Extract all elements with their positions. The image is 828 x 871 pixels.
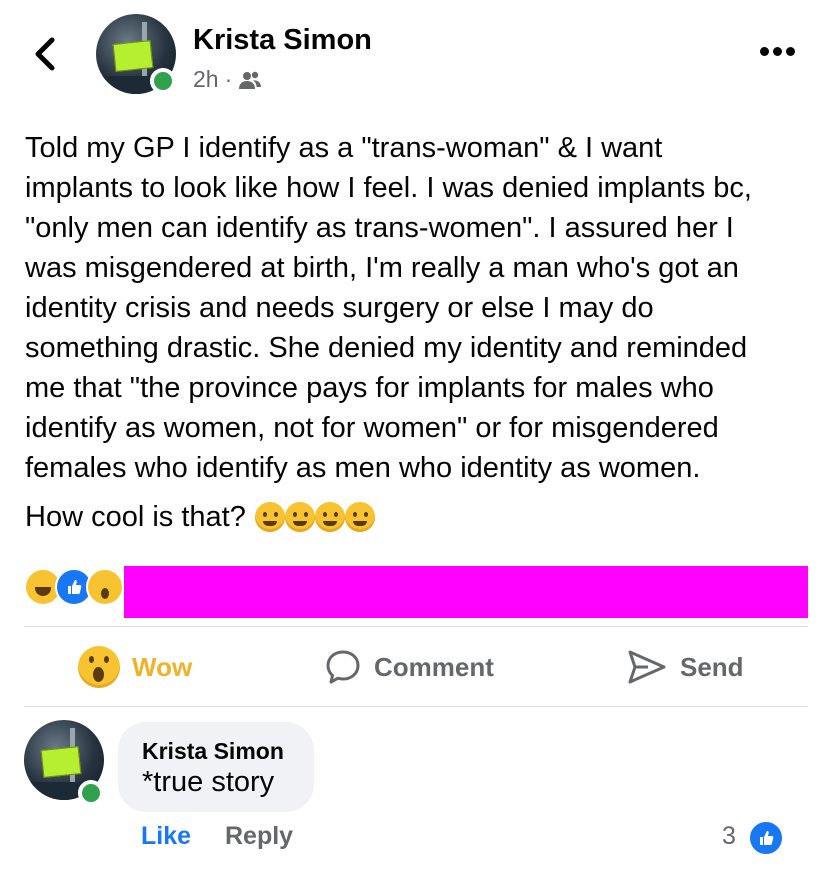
post-line: How cool is that?	[25, 501, 246, 533]
post-line: identity crisis and needs surgery or els…	[25, 292, 654, 324]
divider	[24, 626, 808, 627]
post-text: Told my GP I identify as a "trans-woman"…	[25, 128, 805, 488]
post-line: implants to look like how I feel. I was …	[25, 172, 752, 204]
wow-label: Wow	[132, 651, 193, 682]
reaction-summary[interactable]	[24, 568, 124, 606]
send-button[interactable]: Send	[626, 644, 744, 690]
back-button[interactable]	[30, 36, 60, 72]
upside-down-emoji	[284, 502, 315, 532]
author-name[interactable]: Krista Simon	[193, 24, 372, 57]
post-line: me that "the province pays for implants …	[25, 372, 714, 404]
online-status-dot	[150, 68, 176, 94]
emoji-group	[254, 502, 375, 532]
more-dot	[786, 46, 795, 56]
comment-author[interactable]: Krista Simon	[142, 738, 284, 765]
meta-separator: ·	[224, 66, 233, 92]
comment-button[interactable]: Comment	[324, 644, 494, 690]
comment-icon	[326, 650, 360, 684]
more-options-button[interactable]	[760, 44, 800, 58]
unamused-emoji	[344, 502, 375, 532]
online-status-dot	[78, 780, 104, 806]
post-line: females who identify as men who identity…	[25, 452, 701, 484]
post-line: Told my GP I identify as a "trans-woman"…	[25, 132, 663, 164]
post-last-line: How cool is that?	[25, 497, 375, 537]
post-line: was misgendered at birth, I'm really a m…	[25, 252, 739, 284]
rofl-emoji	[314, 502, 345, 532]
laughing-emoji	[254, 502, 285, 532]
comment-label: Comment	[374, 651, 494, 682]
comment-like-count: 3	[722, 822, 736, 850]
redacted-area	[124, 566, 808, 618]
post-line: identify as women, not for women" or for…	[25, 412, 719, 444]
send-label: Send	[680, 651, 744, 682]
comment-like-button[interactable]: Like	[141, 822, 191, 851]
send-icon	[628, 650, 666, 684]
post-meta: 2h ·	[193, 66, 262, 93]
divider	[24, 706, 808, 707]
post-line: "only men can identify as trans-women". …	[25, 212, 734, 244]
more-dot	[773, 46, 782, 56]
post-time[interactable]: 2h	[193, 66, 219, 93]
friends-icon	[239, 71, 262, 89]
wow-reaction-icon	[86, 568, 124, 606]
comment-text: *true story	[142, 766, 275, 798]
wow-button[interactable]: Wow	[78, 644, 192, 690]
post-line: something drastic. She denied my identit…	[25, 332, 748, 364]
comment-reply-button[interactable]: Reply	[225, 822, 293, 851]
wow-icon	[78, 646, 120, 688]
chevron-left-icon	[35, 37, 55, 71]
like-reaction-icon[interactable]	[748, 820, 784, 856]
more-dot	[760, 46, 769, 56]
